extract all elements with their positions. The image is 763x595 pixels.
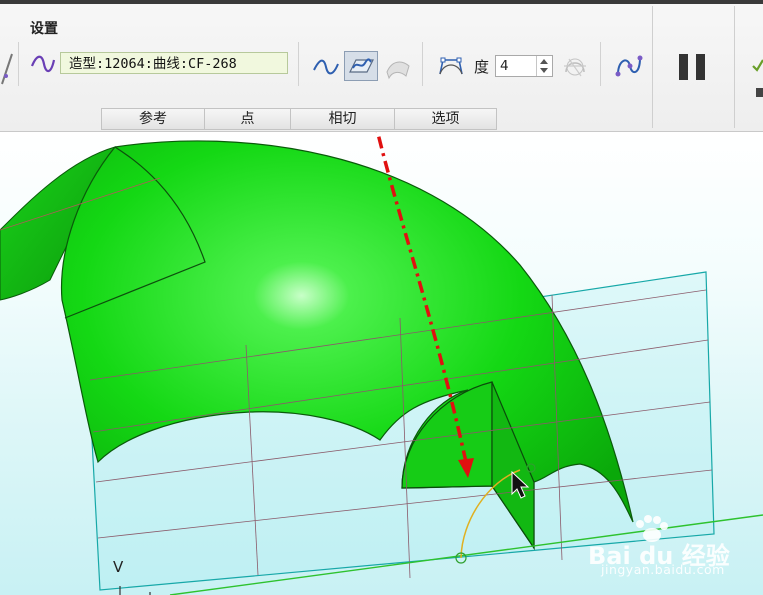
ribbon-separator: [734, 6, 735, 128]
tab-options[interactable]: 选项: [394, 108, 497, 130]
plane-curve-button[interactable]: [344, 51, 378, 81]
disabled-mesh-icon: [564, 58, 586, 77]
degree-value: 4: [500, 58, 509, 74]
interpolation-icon[interactable]: [614, 52, 644, 80]
degree-label: 度: [474, 58, 490, 76]
confirm-check-icon[interactable]: [752, 58, 763, 102]
pause-icon[interactable]: [676, 52, 710, 84]
surface-curve-icon[interactable]: [384, 56, 412, 80]
ribbon-separator: [652, 6, 653, 128]
tab-tangency[interactable]: 相切: [290, 108, 395, 130]
spin-up-icon[interactable]: [540, 59, 548, 64]
watermark-url: jingyan.baidu.com: [601, 562, 725, 577]
ribbon-toolbar: 设置 造型:12064:曲线:CF-268 度 4 参考 点 相切 选项: [0, 4, 763, 132]
degree-input[interactable]: 4: [495, 55, 553, 77]
curve-reference-field[interactable]: 造型:12064:曲线:CF-268: [60, 52, 288, 74]
ribbon-separator: [18, 42, 19, 86]
tab-references[interactable]: 参考: [101, 108, 205, 130]
free-curve-icon[interactable]: [312, 56, 340, 78]
tab-points[interactable]: 点: [204, 108, 291, 130]
ribbon-separator: [422, 42, 423, 86]
ribbon-tab-strip: 参考 点 相切 选项: [101, 108, 497, 130]
spin-down-icon[interactable]: [540, 68, 548, 73]
wave-curve-icon: [30, 55, 56, 73]
ribbon-separator: [298, 42, 299, 86]
ribbon-separator: [600, 42, 601, 86]
pencil-icon[interactable]: [0, 48, 14, 88]
group-title: 设置: [30, 21, 58, 37]
axis-label: V: [113, 558, 124, 576]
degree-spinner[interactable]: [536, 56, 552, 76]
plane-curve-icon: [349, 58, 374, 73]
control-polygon-icon[interactable]: [436, 54, 466, 78]
